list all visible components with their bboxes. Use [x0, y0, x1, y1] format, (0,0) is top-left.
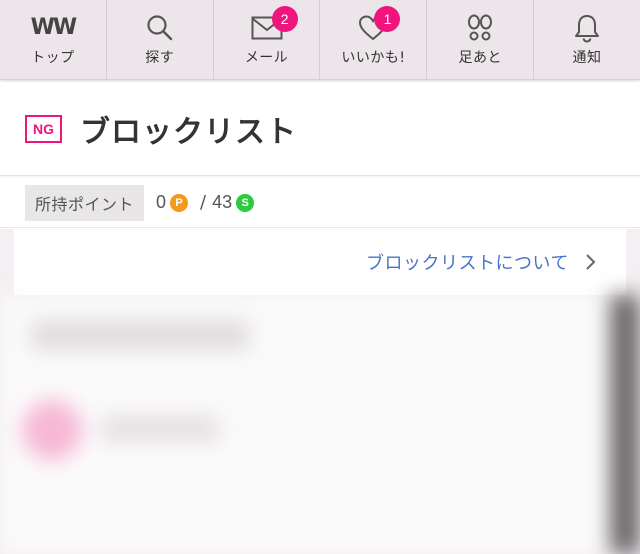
- p-coin-icon: P: [170, 193, 189, 212]
- p-points-value: 0: [156, 192, 167, 212]
- ww-logo-icon: WW: [30, 14, 78, 40]
- mail-count-badge: 2: [271, 6, 298, 32]
- s-points-value: 43: [212, 192, 233, 212]
- nav-label-footprints: 足あと: [458, 49, 502, 66]
- search-icon: [143, 13, 177, 43]
- chevron-right-icon: [585, 253, 596, 271]
- nav-item-mail[interactable]: メール 2: [214, 0, 321, 79]
- page-header: NG ブロックリスト: [0, 82, 640, 176]
- bell-icon: [570, 13, 604, 43]
- top-navigation: WW トップ 探す メール 2 いいかも! 1 足あと 通知: [0, 0, 640, 80]
- nav-item-top[interactable]: WW トップ: [0, 0, 107, 79]
- blurred-avatar: [22, 400, 82, 460]
- points-bar: 所持ポイント 0 P / 43 S: [0, 178, 640, 228]
- nav-label-top: トップ: [31, 49, 75, 66]
- nav-label-notifications: 通知: [572, 49, 602, 66]
- nav-item-footprints[interactable]: 足あと: [427, 0, 535, 79]
- like-count-badge: 1: [374, 6, 401, 32]
- page-title: ブロックリスト: [80, 114, 297, 150]
- nav-label-search: 探す: [145, 49, 175, 66]
- blurred-edge: [610, 295, 640, 554]
- nav-item-notifications[interactable]: 通知: [534, 0, 640, 79]
- footprints-icon: [463, 13, 497, 43]
- ng-icon: NG: [25, 114, 62, 143]
- block-list-content: ブロックリストについて: [0, 229, 640, 554]
- points-separator: /: [200, 192, 207, 213]
- blurred-placeholder: [30, 320, 250, 350]
- points-label: 所持ポイント: [25, 184, 145, 221]
- s-coin-icon: S: [236, 193, 255, 212]
- about-block-list-link[interactable]: ブロックリストについて: [14, 229, 626, 295]
- nav-item-like[interactable]: いいかも! 1: [320, 0, 428, 79]
- blurred-list-area: [0, 295, 640, 554]
- about-block-list-text: ブロックリストについて: [366, 253, 569, 274]
- nav-label-mail: メール: [244, 49, 289, 66]
- blurred-placeholder: [100, 415, 220, 443]
- nav-label-like: いいかも!: [341, 49, 406, 66]
- nav-item-search[interactable]: 探す: [107, 0, 214, 79]
